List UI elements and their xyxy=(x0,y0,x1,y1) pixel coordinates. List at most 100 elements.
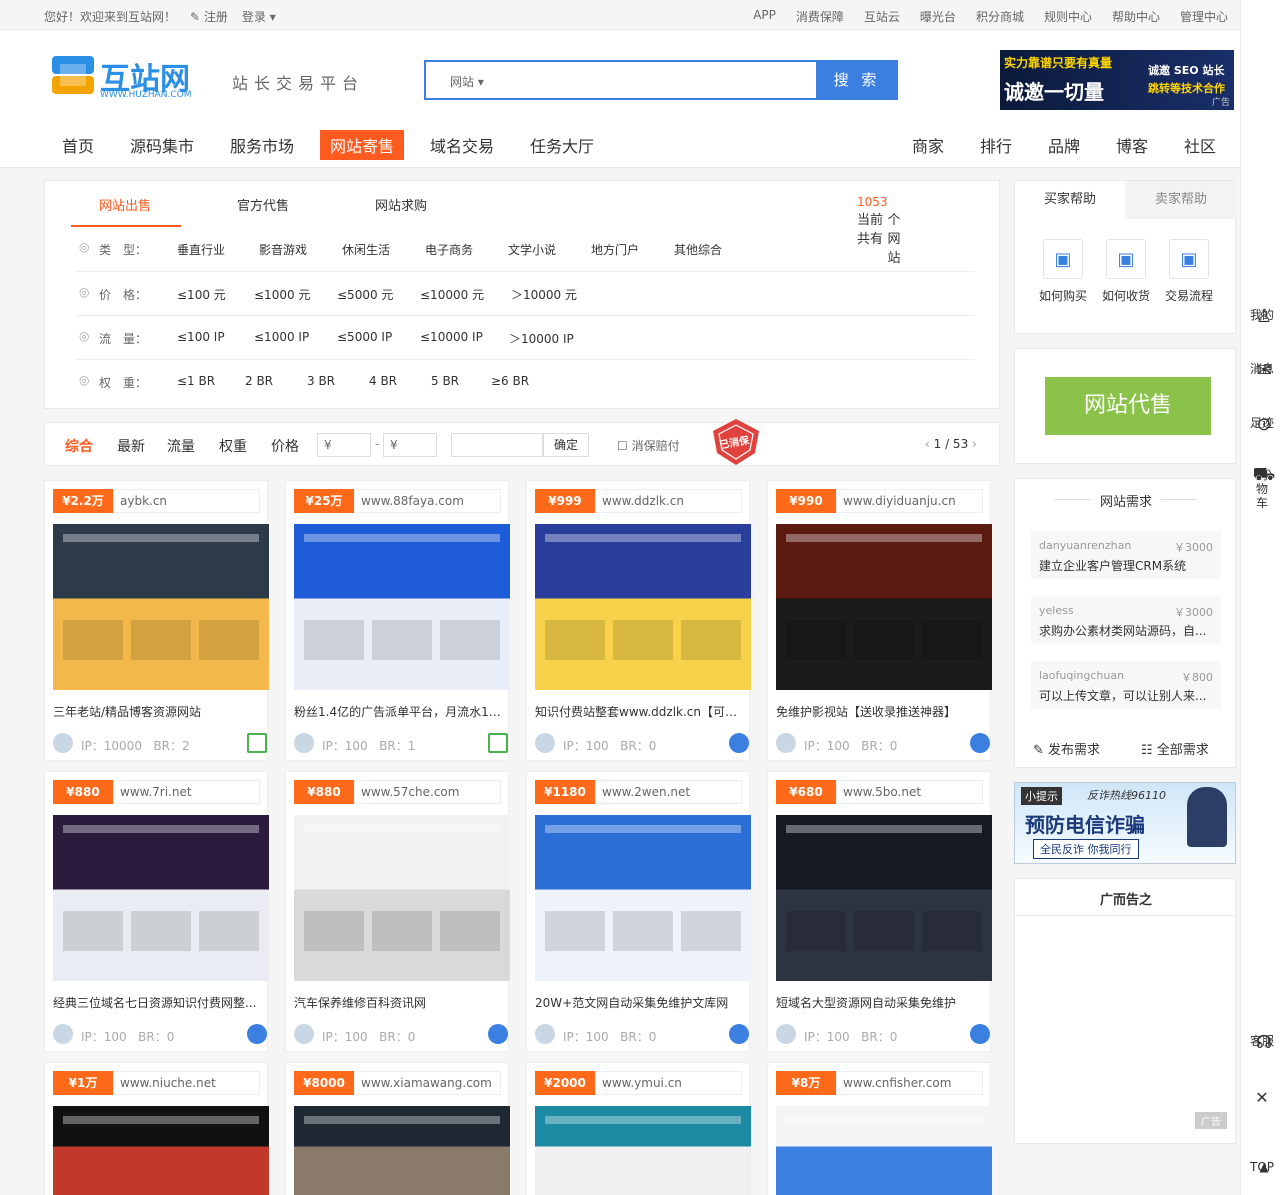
filter-option[interactable]: ≤5000 IP xyxy=(337,330,392,344)
filter-option[interactable]: 垂直行业 xyxy=(177,241,225,258)
top-link-0[interactable]: APP xyxy=(753,8,776,25)
sidebar-close[interactable]: ✕ xyxy=(1243,1088,1280,1107)
site-title[interactable]: 经典三位域名七日资源知识付费网整... xyxy=(53,994,263,1011)
sort-traffic[interactable]: 流量 xyxy=(167,436,195,456)
site-screenshot[interactable] xyxy=(294,815,510,981)
site-card[interactable]: ¥1万 www.niuche.net xyxy=(44,1062,269,1195)
sidebar-service[interactable]: ☊ 客服 xyxy=(1243,1032,1280,1053)
sidebar-cart[interactable]: ⛟ 购物车 xyxy=(1243,466,1280,511)
keyword-input[interactable] xyxy=(451,433,543,457)
tab-official[interactable]: 官方代售 xyxy=(237,195,289,214)
site-card[interactable]: ¥680 www.5bo.net 短域名大型资源网自动采集免维护 IP：100 … xyxy=(767,771,992,1052)
sidebar-message[interactable]: ✉ 消息 xyxy=(1243,360,1280,381)
filter-option[interactable]: 休闲生活 xyxy=(342,241,390,258)
filter-option[interactable]: ≤10000 IP xyxy=(420,330,483,344)
filter-option[interactable]: ≤1000 IP xyxy=(254,330,309,344)
site-screenshot[interactable] xyxy=(776,524,992,690)
top-link-7[interactable]: 管理中心 xyxy=(1180,8,1228,25)
sort-composite[interactable]: 综合 xyxy=(65,436,93,456)
ad-banner[interactable]: 实力靠谱只要有真量 诚邀一切量 诚邀 SEO 站长 跳转等技术合作 广告 xyxy=(1000,50,1234,110)
filter-option[interactable]: 电子商务 xyxy=(425,241,473,258)
all-demand-link[interactable]: ☷ 全部需求 xyxy=(1141,739,1209,758)
filter-option[interactable]: ≥6 BR xyxy=(491,374,529,388)
filter-option[interactable]: 4 BR xyxy=(369,374,397,388)
avatar[interactable] xyxy=(776,1024,796,1044)
filter-option[interactable]: 3 BR xyxy=(307,374,335,388)
demand-item[interactable]: yeless ￥3000 求购办公素材类网站源码，自... xyxy=(1031,596,1221,644)
site-screenshot[interactable] xyxy=(53,1106,269,1195)
tab-buy[interactable]: 网站求购 xyxy=(375,195,427,214)
nav-task[interactable]: 任务大厅 xyxy=(520,130,604,160)
nav-domain[interactable]: 域名交易 xyxy=(420,130,504,160)
tab-buyer-help[interactable]: 买家帮助 xyxy=(1015,181,1125,219)
filter-option[interactable]: 其他综合 xyxy=(674,241,722,258)
site-screenshot[interactable] xyxy=(535,815,751,981)
site-card[interactable]: ¥2.2万 aybk.cn 三年老站/精品博客资源网站 IP：10000 BR：… xyxy=(44,480,269,761)
sidebar-mine[interactable]: ♙ 我的 xyxy=(1243,306,1280,327)
nav-community[interactable]: 社区 xyxy=(1174,130,1226,160)
help-item[interactable]: ▣ 交易流程 xyxy=(1159,239,1219,304)
nav-brand[interactable]: 品牌 xyxy=(1038,130,1090,160)
site-title[interactable]: 粉丝1.4亿的广告派单平台，月流水10... xyxy=(294,703,504,720)
filter-option[interactable]: ≤10000 元 xyxy=(420,286,484,303)
avatar[interactable] xyxy=(53,733,73,753)
site-screenshot[interactable] xyxy=(53,524,269,690)
nav-rank[interactable]: 排行 xyxy=(970,130,1022,160)
search-box[interactable]: 网站 ▾ 搜 索 xyxy=(424,60,898,100)
filter-option[interactable]: ≤1 BR xyxy=(177,374,215,388)
demand-item[interactable]: danyuanrenzhan ￥3000 建立企业客户管理CRM系统 xyxy=(1031,531,1221,579)
top-link-3[interactable]: 曝光台 xyxy=(920,8,956,25)
site-card[interactable]: ¥999 www.ddzlk.cn 知识付费站整套www.ddzlk.cn【可自… xyxy=(526,480,751,761)
sort-price[interactable]: 价格 xyxy=(271,436,299,456)
filter-option[interactable]: ≤5000 元 xyxy=(337,286,393,303)
site-card[interactable]: ¥8000 www.xiamawang.com xyxy=(285,1062,510,1195)
tab-seller-help[interactable]: 卖家帮助 xyxy=(1125,181,1237,219)
filter-option[interactable]: ≤1000 元 xyxy=(254,286,310,303)
sidebar-footprint[interactable]: ⊙ 足迹 xyxy=(1243,414,1280,435)
site-card[interactable]: ¥25万 www.88faya.com 粉丝1.4亿的广告派单平台，月流水10.… xyxy=(285,480,510,761)
site-title[interactable]: 三年老站/精品博客资源网站 xyxy=(53,703,263,720)
filter-option[interactable]: ≤100 元 xyxy=(177,286,226,303)
consign-button[interactable]: 网站代售 xyxy=(1045,377,1211,435)
site-screenshot[interactable] xyxy=(776,815,992,981)
top-link-6[interactable]: 帮助中心 xyxy=(1112,8,1160,25)
site-screenshot[interactable] xyxy=(294,1106,510,1195)
avatar[interactable] xyxy=(53,1024,73,1044)
login-link[interactable]: 登录 ▾ xyxy=(242,8,276,25)
filter-option[interactable]: 文学小说 xyxy=(508,241,556,258)
price-min-input[interactable]: ¥ xyxy=(317,433,371,457)
price-max-input[interactable]: ¥ xyxy=(383,433,437,457)
demand-item[interactable]: laofuqingchuan ￥800 可以上传文章，可以让别人来... xyxy=(1031,661,1221,709)
site-title[interactable]: 知识付费站整套www.ddzlk.cn【可自... xyxy=(535,703,745,720)
top-link-1[interactable]: 消费保障 xyxy=(796,8,844,25)
filter-option[interactable]: 地方门户 xyxy=(591,241,639,258)
register-link[interactable]: ✎ 注册 xyxy=(190,8,228,25)
site-card[interactable]: ¥880 www.57che.com 汽车保养维修百科资讯网 IP：100 BR… xyxy=(285,771,510,1052)
avatar[interactable] xyxy=(535,733,555,753)
avatar[interactable] xyxy=(294,1024,314,1044)
search-category-select[interactable]: 网站 ▾ xyxy=(450,73,484,90)
help-item[interactable]: ▣ 如何购买 xyxy=(1033,239,1093,304)
sort-newest[interactable]: 最新 xyxy=(117,436,145,456)
sort-weight[interactable]: 权重 xyxy=(219,436,247,456)
site-title[interactable]: 20W+范文网自动采集免维护文库网 xyxy=(535,994,745,1011)
site-title[interactable]: 免维护影视站【送收录推送神器】 xyxy=(776,703,986,720)
insurance-checkbox[interactable]: ☐ 消保赔付 xyxy=(617,437,680,454)
site-card[interactable]: ¥880 www.7ri.net 经典三位域名七日资源知识付费网整... IP：… xyxy=(44,771,269,1052)
site-screenshot[interactable] xyxy=(535,1106,751,1195)
top-link-2[interactable]: 互站云 xyxy=(864,8,900,25)
avatar[interactable] xyxy=(776,733,796,753)
tab-sale[interactable]: 网站出售 xyxy=(99,195,151,214)
logo[interactable]: 互站网 WWW.HUZHAN.COM xyxy=(50,52,196,106)
site-card[interactable]: ¥1180 www.2wen.net 20W+范文网自动采集免维护文库网 IP：… xyxy=(526,771,751,1052)
filter-option[interactable]: ＞10000 IP xyxy=(509,330,574,347)
top-link-4[interactable]: 积分商城 xyxy=(976,8,1024,25)
filter-option[interactable]: 5 BR xyxy=(431,374,459,388)
nav-blog[interactable]: 博客 xyxy=(1106,130,1158,160)
nav-service[interactable]: 服务市场 xyxy=(220,130,304,160)
filter-option[interactable]: 影音游戏 xyxy=(259,241,307,258)
site-card[interactable]: ¥990 www.diyiduanju.cn 免维护影视站【送收录推送神器】 I… xyxy=(767,480,992,761)
filter-option[interactable]: 2 BR xyxy=(245,374,273,388)
help-item[interactable]: ▣ 如何收货 xyxy=(1096,239,1156,304)
post-demand-link[interactable]: ✎ 发布需求 xyxy=(1033,739,1100,758)
